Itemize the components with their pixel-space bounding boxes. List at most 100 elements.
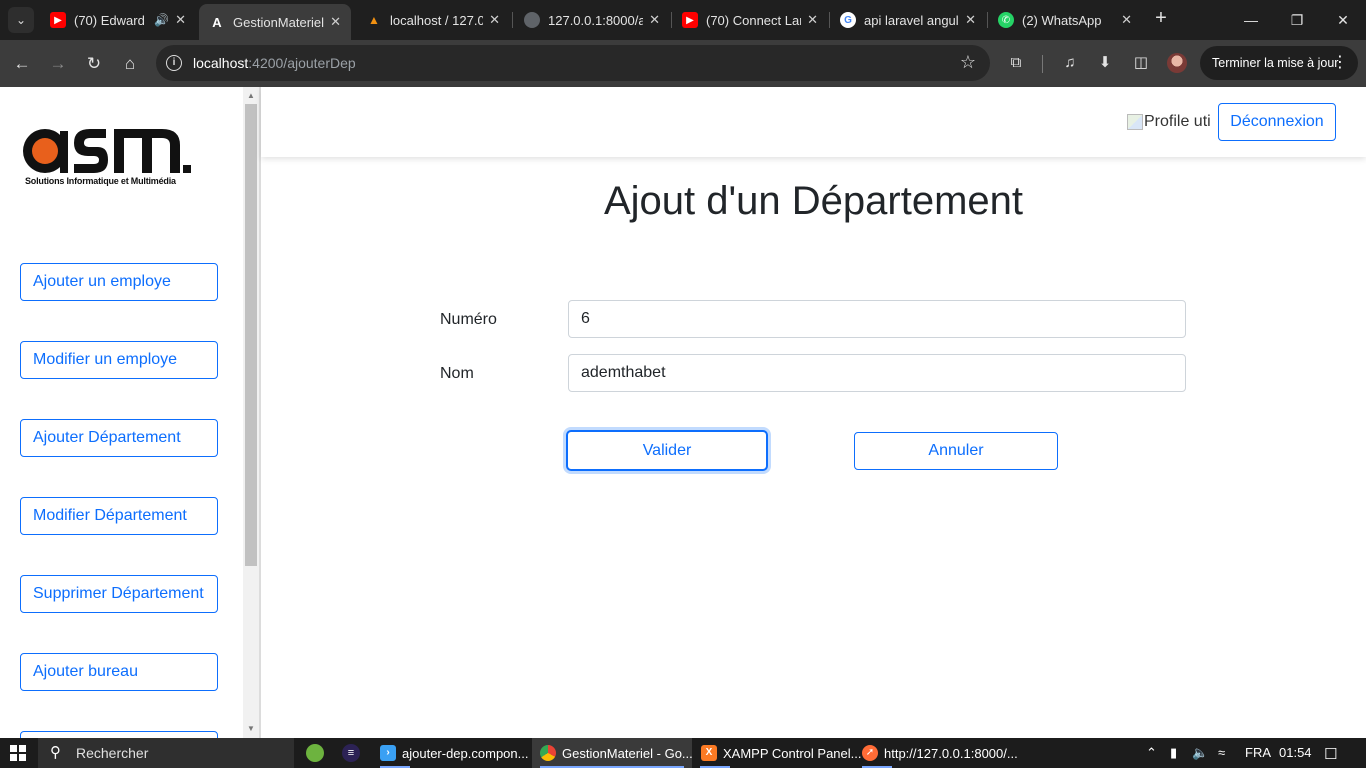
taskbar-app[interactable]: ➚ http://127.0.0.1:8000/... <box>854 738 1018 768</box>
taskbar-app-label: GestionMateriel - Go... <box>562 745 693 761</box>
tab-title: localhost / 127.0 <box>390 12 484 28</box>
tab-search-chevron-icon[interactable]: ⌄ <box>8 7 34 33</box>
taskbar-search-placeholder: Rechercher <box>76 745 149 761</box>
browser-tab[interactable]: G api laravel angul ✕ <box>830 4 986 36</box>
download-icon[interactable]: ⬇ <box>1094 52 1116 74</box>
language-indicator[interactable]: FRA <box>1245 745 1271 760</box>
notifications-icon[interactable]: ☐ <box>1324 745 1337 763</box>
nom-input[interactable]: ademthabet <box>568 354 1186 392</box>
taskbar-app-label: XAMPP Control Panel... <box>723 745 862 761</box>
youtube-icon: ▶ <box>50 12 66 28</box>
taskbar-app[interactable]: X XAMPP Control Panel... <box>693 738 862 768</box>
home-icon[interactable]: ⌂ <box>117 51 143 77</box>
url-path: :4200/ajouterDep <box>248 55 356 71</box>
finish-update-button[interactable]: Terminer la mise à jour ⋮ <box>1200 46 1358 80</box>
battery-icon[interactable]: ▮ <box>1170 745 1177 761</box>
restore-window-icon[interactable]: ❐ <box>1274 8 1320 32</box>
media-queue-icon[interactable]: ♫ <box>1059 52 1081 74</box>
address-bar[interactable]: i localhost:4200/ajouterDep ☆ <box>156 45 990 81</box>
close-tab-icon[interactable]: ✕ <box>965 12 976 28</box>
profile-image-alt: Profile uti <box>1144 113 1211 130</box>
asm-logo: Solutions Informatique et Multimédia <box>22 123 197 189</box>
url-text[interactable]: localhost:4200/ajouterDep <box>193 55 356 71</box>
sidebar-button-partial[interactable] <box>20 731 218 738</box>
add-office-button[interactable]: Ajouter bureau <box>20 653 218 691</box>
scroll-down-icon[interactable]: ▼ <box>243 722 259 736</box>
url-host: localhost <box>193 55 249 71</box>
bookmark-star-icon[interactable]: ☆ <box>960 52 976 73</box>
numero-input[interactable]: 6 <box>568 300 1186 338</box>
tab-separator <box>512 12 513 28</box>
youtube-icon: ▶ <box>682 12 698 28</box>
browser-tab[interactable]: ▶ (70) Edward 🔊 ✕ <box>40 4 196 36</box>
browser-tab-active[interactable]: A GestionMateriel ✕ <box>199 4 351 40</box>
whatsapp-icon: ✆ <box>998 12 1014 28</box>
asm-logo-mark <box>23 129 191 173</box>
network-icon[interactable]: ≈ <box>1218 745 1225 760</box>
main-content: Profile uti Déconnexion Ajout d'un Dépar… <box>261 87 1366 738</box>
broken-image-icon <box>1127 114 1143 130</box>
taskbar-app[interactable]: › ajouter-dep.compon... <box>372 738 528 768</box>
add-department-button[interactable]: Ajouter Département <box>20 419 218 457</box>
browser-tab[interactable]: ▶ (70) Connect Lar ✕ <box>672 4 828 36</box>
close-tab-icon[interactable]: ✕ <box>489 12 500 28</box>
volume-icon[interactable]: 🔈 <box>1192 745 1208 761</box>
browser-tab[interactable]: ✆ (2) WhatsApp ✕ <box>988 4 1142 36</box>
toolbar-divider <box>1042 55 1043 73</box>
submit-button[interactable]: Valider <box>566 430 768 471</box>
close-tab-icon[interactable]: ✕ <box>330 14 341 30</box>
windows-taskbar: ⚲ Rechercher ≡ › ajouter-dep.compon... G… <box>0 738 1366 768</box>
reload-icon[interactable]: ↻ <box>81 51 107 77</box>
close-tab-icon[interactable]: ✕ <box>175 12 186 28</box>
top-navbar: Profile uti Déconnexion <box>261 87 1366 157</box>
app-viewport: Solutions Informatique et Multimédia Ajo… <box>0 87 1366 738</box>
browser-tab[interactable]: ▲ localhost / 127.0 ✕ <box>356 4 510 36</box>
google-icon: G <box>840 12 856 28</box>
nom-label: Nom <box>440 365 474 382</box>
tab-title: api laravel angul <box>864 12 959 28</box>
chrome-icon <box>540 745 556 761</box>
close-window-icon[interactable]: ✕ <box>1320 8 1366 32</box>
speaker-icon[interactable]: 🔊 <box>154 13 169 27</box>
logout-button[interactable]: Déconnexion <box>1218 103 1336 141</box>
scrollbar-thumb[interactable] <box>245 104 257 566</box>
show-hidden-icons-chevron-icon[interactable]: ⌃ <box>1146 745 1157 761</box>
add-employee-button[interactable]: Ajouter un employe <box>20 263 218 301</box>
browser-menu-icon[interactable]: ⋮ <box>1332 46 1348 80</box>
browser-tab[interactable]: 127.0.0.1:8000/a ✕ <box>514 4 670 36</box>
new-tab-plus-icon[interactable]: + <box>1150 8 1172 30</box>
tab-title: 127.0.0.1:8000/a <box>548 12 644 28</box>
phpmyadmin-icon: ▲ <box>368 13 380 27</box>
edit-department-button[interactable]: Modifier Département <box>20 497 218 535</box>
sidebar-scrollbar[interactable]: ▲ ▼ <box>243 87 259 738</box>
spring-tool-icon[interactable] <box>306 744 324 762</box>
tab-title: GestionMateriel <box>233 14 325 30</box>
eclipse-icon[interactable]: ≡ <box>342 744 360 762</box>
close-tab-icon[interactable]: ✕ <box>1121 12 1132 28</box>
back-arrow-icon[interactable]: ← <box>9 51 35 77</box>
taskbar-search[interactable]: ⚲ Rechercher <box>38 738 294 768</box>
close-tab-icon[interactable]: ✕ <box>807 12 818 28</box>
close-tab-icon[interactable]: ✕ <box>649 12 660 28</box>
windows-start-icon[interactable] <box>10 745 26 761</box>
sidebar: Solutions Informatique et Multimédia Ajo… <box>0 87 243 738</box>
scroll-up-icon[interactable]: ▲ <box>243 89 259 103</box>
edit-employee-button[interactable]: Modifier un employe <box>20 341 218 379</box>
browser-toolbar: ← → ↻ ⌂ i localhost:4200/ajouterDep ☆ ⧉ … <box>0 40 1366 87</box>
delete-department-button[interactable]: Supprimer Département <box>20 575 218 613</box>
extensions-puzzle-icon[interactable]: ⧉ <box>1005 52 1027 74</box>
logo-tagline: Solutions Informatique et Multimédia <box>25 176 176 186</box>
taskbar-app-active[interactable]: GestionMateriel - Go... <box>532 738 693 768</box>
side-panel-icon[interactable]: ◫ <box>1130 52 1152 74</box>
globe-icon <box>524 12 540 28</box>
forward-arrow-icon[interactable]: → <box>45 51 71 77</box>
taskbar-app-label: http://127.0.0.1:8000/... <box>884 745 1018 761</box>
cancel-button[interactable]: Annuler <box>854 432 1058 470</box>
minimize-window-icon[interactable]: — <box>1228 8 1274 32</box>
numero-label: Numéro <box>440 311 497 328</box>
profile-image[interactable]: Profile uti <box>1127 113 1211 131</box>
profile-avatar[interactable] <box>1167 53 1187 73</box>
site-info-icon[interactable]: i <box>166 55 182 71</box>
clock[interactable]: 01:54 <box>1279 745 1312 760</box>
browser-tab-strip: ⌄ ▶ (70) Edward 🔊 ✕ A GestionMateriel ✕ … <box>0 0 1366 40</box>
